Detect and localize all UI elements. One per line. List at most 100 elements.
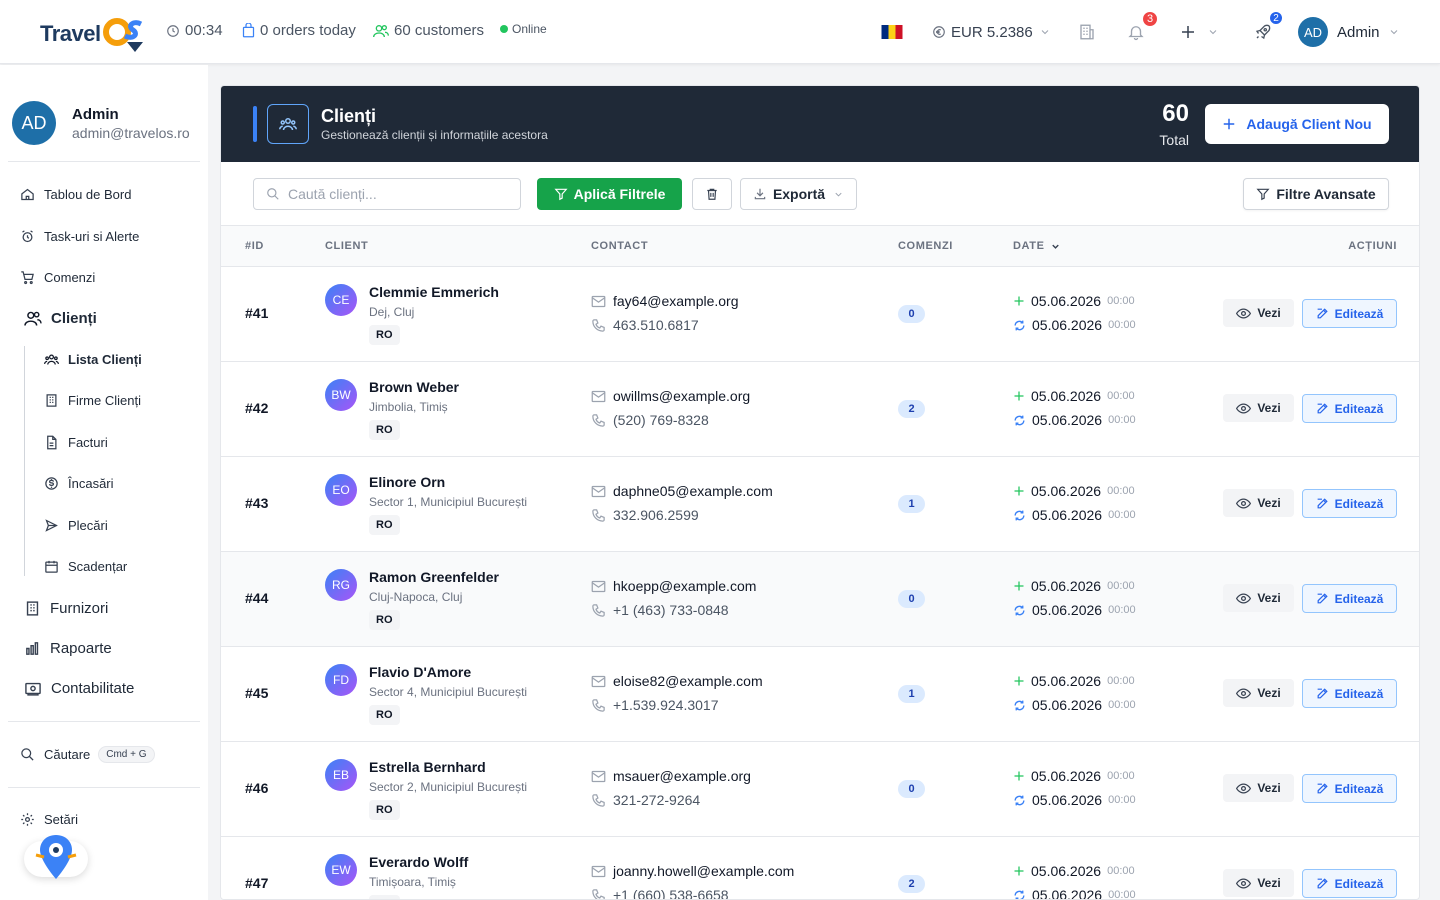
column-header-date[interactable]: DATE [1013,240,1061,252]
sidebar-item-search[interactable]: Căutare Cmd + G [20,746,155,763]
sidebar-item-client-companies[interactable]: Firme Clienți [44,393,141,408]
table-row[interactable]: #41 CE Clemmie Emmerich Dej, Cluj RO fay… [221,267,1419,362]
search-input[interactable] [288,186,508,202]
sidebar-item-clients[interactable]: Clienți [24,310,97,327]
client-phone[interactable]: 463.510.6817 [591,317,699,333]
column-header-client[interactable]: CLIENT [325,240,368,252]
client-email[interactable]: msauer@example.org [591,768,751,784]
client-name[interactable]: Estrella Bernhard [369,759,486,775]
edit-button[interactable]: Editează [1302,489,1397,518]
edit-button[interactable]: Editează [1302,299,1397,328]
search-box[interactable] [253,178,521,210]
column-header-orders[interactable]: COMENZI [898,240,953,252]
client-phone[interactable]: 332.906.2599 [591,507,699,523]
client-name[interactable]: Elinore Orn [369,474,445,490]
table-row[interactable]: #45 FD Flavio D'Amore Sector 4, Municipi… [221,647,1419,742]
view-button[interactable]: Vezi [1223,299,1294,327]
phone-icon [592,698,605,712]
column-header-id[interactable]: #ID [245,240,264,252]
updates-button[interactable]: 2 [1254,10,1284,48]
advanced-filters-button[interactable]: Filtre Avansate [1243,178,1389,210]
client-email[interactable]: eloise82@example.com [591,673,763,689]
clear-filters-button[interactable] [692,178,732,210]
table-row[interactable]: #42 BW Brown Weber Jimbolia, Timiș RO ow… [221,362,1419,457]
created-time-value: 00:00 [1107,485,1135,497]
table-row[interactable]: #46 EB Estrella Bernhard Sector 2, Munic… [221,742,1419,837]
client-email[interactable]: owillms@example.org [591,388,750,404]
edit-button[interactable]: Editează [1302,774,1397,803]
chevron-down-icon [1209,30,1217,35]
client-phone[interactable]: +1 (660) 538-6658 [591,887,729,900]
client-email[interactable]: hkoepp@example.com [591,578,756,594]
add-client-button[interactable]: Adaugă Client Nou [1205,104,1389,144]
view-button[interactable]: Vezi [1223,584,1294,612]
client-name[interactable]: Everardo Wolff [369,854,468,870]
sidebar-item-reports[interactable]: Rapoarte [24,640,112,657]
refresh-icon [1014,510,1025,520]
edit-button[interactable]: Editează [1302,869,1397,898]
client-phone[interactable]: +1.539.924.3017 [591,697,719,713]
notifications-button[interactable]: 3 [1127,10,1159,48]
phone-text: +1 (660) 538-6658 [613,887,729,900]
logo-text: Travel [40,21,101,46]
view-label: Vezi [1257,496,1281,510]
sidebar-item-tasks[interactable]: Task-uri si Alerte [20,229,139,244]
sidebar-item-settings[interactable]: Setări [20,812,78,827]
client-phone[interactable]: (520) 769-8328 [591,412,709,428]
table-row[interactable]: #43 EO Elinore Orn Sector 1, Municipiul … [221,457,1419,552]
sidebar-item-accounting[interactable]: Contabilitate [24,680,134,697]
sidebar-item-dashboard[interactable]: Tablou de Bord [20,187,131,202]
edit-button[interactable]: Editează [1302,679,1397,708]
user-menu[interactable]: AD Admin [1298,16,1400,48]
sidebar-item-label: Facturi [68,435,108,450]
sidebar-user-card[interactable]: AD Admin admin@travelos.ro [12,101,190,145]
language-flag[interactable] [881,16,903,48]
created-date: 05.06.2026 00:00 [1013,293,1135,309]
view-button[interactable]: Vezi [1223,869,1294,897]
apply-filters-button[interactable]: Aplică Filtrele [537,178,682,210]
user-menu-name: Admin [1337,23,1380,41]
edit-button[interactable]: Editează [1302,394,1397,423]
sidebar-item-suppliers[interactable]: Furnizori [24,600,108,617]
client-name[interactable]: Ramon Greenfelder [369,569,499,585]
client-email[interactable]: daphne05@example.com [591,483,773,499]
view-button[interactable]: Vezi [1223,394,1294,422]
client-email[interactable]: fay64@example.org [591,293,739,309]
table-row[interactable]: #47 EW Everardo Wolff Timișoara, Timiș R… [221,837,1419,900]
eye-icon [1236,307,1252,319]
view-label: Vezi [1257,306,1281,320]
sidebar-item-invoices[interactable]: Facturi [44,435,108,450]
client-name[interactable]: Flavio D'Amore [369,664,471,680]
clients-panel: Clienți Gestionează clienții și informaț… [220,85,1420,900]
refresh-icon [1014,605,1025,615]
client-phone[interactable]: +1 (463) 733-0848 [591,602,729,618]
sidebar-user-name: Admin [72,105,119,123]
client-name[interactable]: Clemmie Emmerich [369,284,499,300]
company-button[interactable] [1078,16,1096,48]
logo[interactable]: Travel [40,16,145,52]
client-name[interactable]: Brown Weber [369,379,459,395]
sidebar-item-client-list[interactable]: Lista Clienți [44,352,142,367]
client-email[interactable]: joanny.howell@example.com [591,863,794,879]
view-button[interactable]: Vezi [1223,679,1294,707]
sidebar-item-label: Plecări [68,518,108,533]
sidebar-item-orders[interactable]: Comenzi [20,270,95,285]
edit-icon [1317,308,1328,319]
view-button[interactable]: Vezi [1223,489,1294,517]
currency-selector[interactable]: EUR 5.2386 [932,16,1051,48]
sidebar-item-departures[interactable]: Plecări [44,518,108,533]
phone-icon [592,508,605,522]
assistant-mascot-button[interactable] [24,835,88,879]
view-button[interactable]: Vezi [1223,774,1294,802]
export-button[interactable]: Exportă [740,178,857,210]
edit-button[interactable]: Editează [1302,584,1397,613]
client-id: #46 [245,780,269,796]
email-text: hkoepp@example.com [613,578,757,594]
quick-add-button[interactable] [1179,16,1219,48]
client-phone[interactable]: 321-272-9264 [591,792,700,808]
sidebar-item-due-dates[interactable]: Scadențar [44,559,127,574]
created-time-value: 00:00 [1107,390,1135,402]
sidebar-item-collections[interactable]: Încasări [44,476,114,491]
table-row[interactable]: #44 RG Ramon Greenfelder Cluj-Napoca, Cl… [221,552,1419,647]
column-header-contact[interactable]: CONTACT [591,240,648,252]
